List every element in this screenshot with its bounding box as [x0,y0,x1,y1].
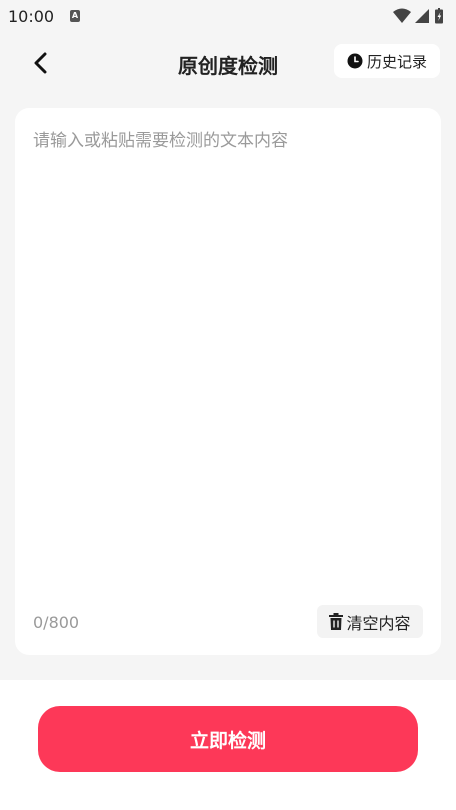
status-icons [393,8,443,24]
clear-content-button[interactable]: 清空内容 [317,605,423,638]
battery-icon [435,8,443,24]
wifi-icon [393,8,411,23]
history-label: 历史记录 [366,52,427,71]
status-bar: 10:00 A [0,0,456,32]
clock-icon [347,53,363,69]
detect-now-button[interactable]: 立即检测 [38,706,418,772]
notification-a-icon: A [70,10,80,22]
status-indicators [392,7,450,25]
bottom-action-bar: 立即检测 [0,680,456,810]
history-button[interactable]: 历史记录 [334,44,440,78]
signal-icon [415,9,429,23]
header: 原创度检测 历史记录 [0,32,456,94]
char-count: 0/800 [33,613,80,632]
clear-content-label: 清空内容 [346,613,411,633]
text-input[interactable] [33,126,423,586]
text-input-card: 0/800 清空内容 [15,108,441,655]
trash-icon [329,613,344,630]
status-time: 10:00 [8,7,55,26]
